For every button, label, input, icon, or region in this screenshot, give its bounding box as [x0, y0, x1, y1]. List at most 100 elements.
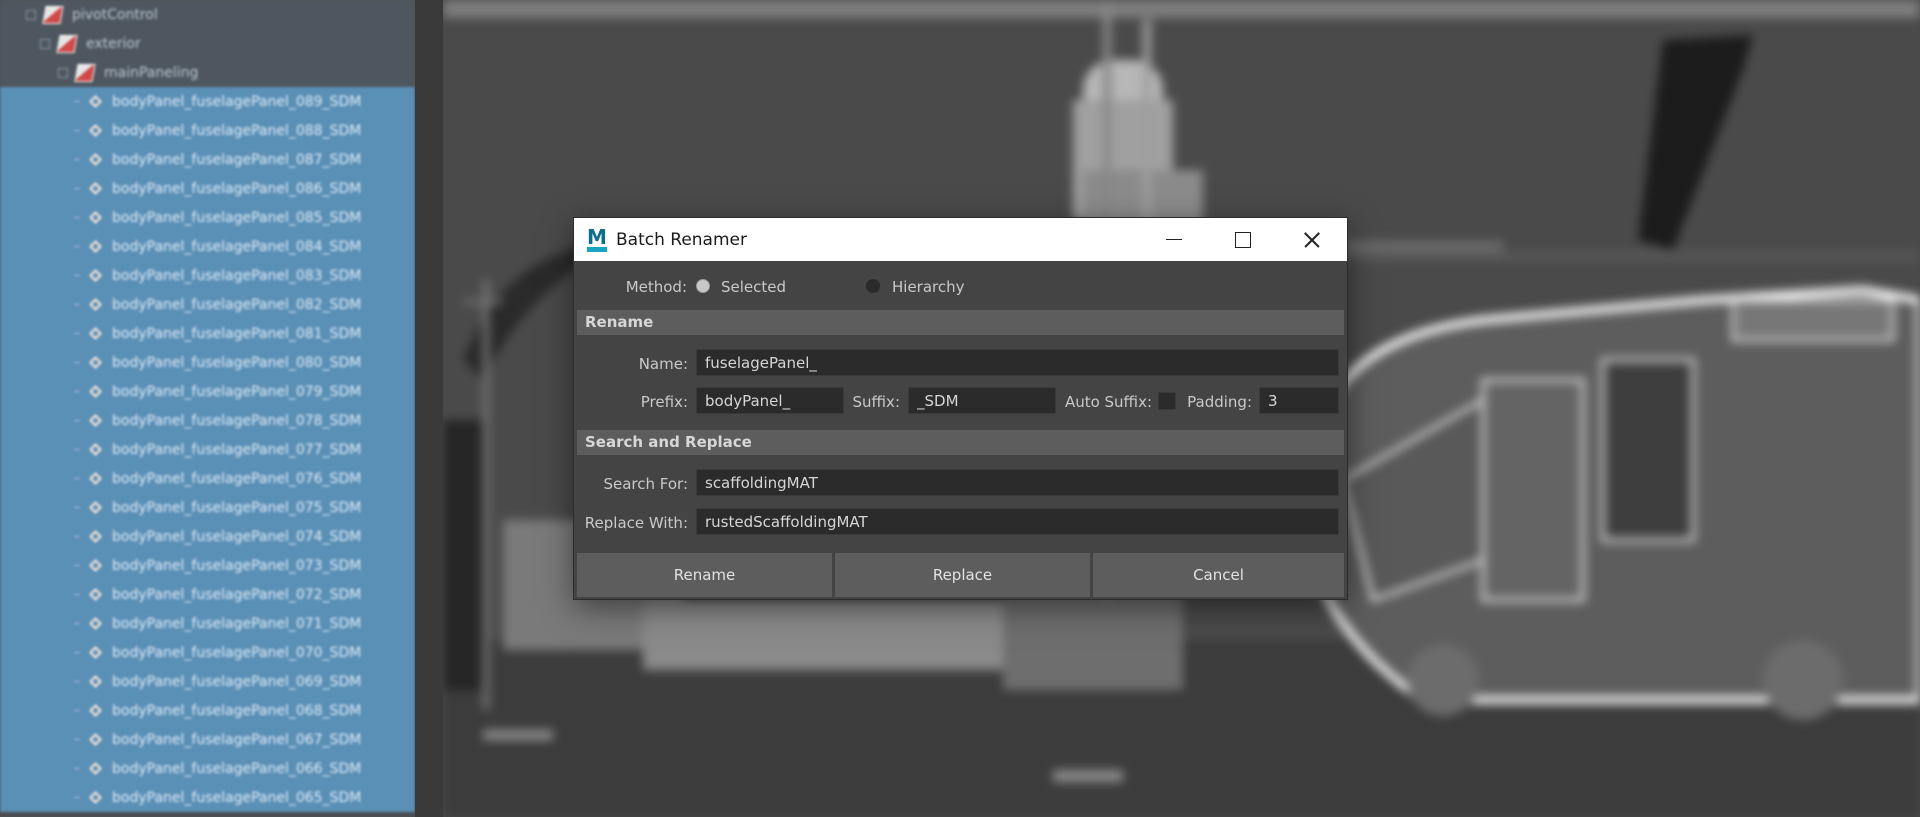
outliner-row-mesh[interactable]: bodyPanel_fuselagePanel_080_SDM [0, 348, 415, 377]
outliner-row-label: bodyPanel_fuselagePanel_082_SDM [112, 296, 362, 313]
outliner-row-mesh[interactable]: bodyPanel_fuselagePanel_070_SDM [0, 638, 415, 667]
suffix-label: Suffix: [852, 393, 900, 411]
mesh-icon [88, 587, 104, 603]
replace-with-input[interactable] [696, 508, 1339, 535]
mesh-icon [88, 152, 104, 168]
outliner-row-label: bodyPanel_fuselagePanel_087_SDM [112, 151, 362, 168]
outliner-row-mesh[interactable]: bodyPanel_fuselagePanel_071_SDM [0, 609, 415, 638]
outliner-row-label: pivotControl [72, 6, 158, 23]
outliner-row-mainpaneling[interactable]: mainPaneling [0, 58, 415, 87]
outliner-row-mesh[interactable]: bodyPanel_fuselagePanel_088_SDM [0, 116, 415, 145]
collapse-icon[interactable] [58, 67, 68, 78]
tree-connector-icon [74, 623, 80, 624]
dialog-title: Batch Renamer [616, 229, 747, 250]
cancel-button[interactable]: Cancel [1093, 553, 1344, 597]
outliner-row-mesh[interactable]: bodyPanel_fuselagePanel_081_SDM [0, 319, 415, 348]
batch-renamer-dialog: M Batch Renamer Method: Selected Hierarc… [574, 218, 1347, 599]
outliner-row-mesh[interactable]: bodyPanel_fuselagePanel_067_SDM [0, 725, 415, 754]
collapse-icon[interactable] [40, 38, 50, 49]
outliner-row-mesh[interactable]: bodyPanel_fuselagePanel_076_SDM [0, 464, 415, 493]
prefix-label: Prefix: [640, 393, 688, 411]
close-icon [1303, 231, 1321, 249]
tree-connector-icon [74, 420, 80, 421]
padding-label: Padding: [1187, 393, 1252, 411]
tree-connector-icon [74, 304, 80, 305]
tree-connector-icon [74, 275, 80, 276]
tree-connector-icon [74, 159, 80, 160]
auto-suffix-checkbox[interactable] [1158, 392, 1176, 410]
mesh-icon [88, 94, 104, 110]
outliner-row-mesh[interactable]: bodyPanel_fuselagePanel_068_SDM [0, 696, 415, 725]
minimize-icon [1166, 239, 1182, 240]
method-hierarchy-radio[interactable] [866, 279, 880, 293]
suffix-input[interactable] [908, 387, 1056, 414]
outliner-row-mesh[interactable]: bodyPanel_fuselagePanel_086_SDM [0, 174, 415, 203]
outliner-row-label: bodyPanel_fuselagePanel_068_SDM [112, 702, 362, 719]
padding-input[interactable] [1259, 387, 1339, 414]
mesh-icon [88, 703, 104, 719]
name-input[interactable] [696, 349, 1339, 376]
method-selected-label[interactable]: Selected [721, 278, 786, 296]
outliner-row-label: bodyPanel_fuselagePanel_076_SDM [112, 470, 362, 487]
outliner-row-mesh[interactable]: bodyPanel_fuselagePanel_085_SDM [0, 203, 415, 232]
outliner-row-label: bodyPanel_fuselagePanel_074_SDM [112, 528, 362, 545]
outliner-row-mesh[interactable]: bodyPanel_fuselagePanel_069_SDM [0, 667, 415, 696]
tree-connector-icon [74, 130, 80, 131]
minimize-button[interactable] [1139, 218, 1209, 261]
outliner-row-mesh[interactable]: bodyPanel_fuselagePanel_066_SDM [0, 754, 415, 783]
prefix-input[interactable] [696, 387, 844, 414]
mesh-icon [88, 297, 104, 313]
mesh-icon [88, 616, 104, 632]
dialog-titlebar[interactable]: M Batch Renamer [574, 218, 1347, 261]
mesh-icon [88, 123, 104, 139]
outliner-row-label: bodyPanel_fuselagePanel_081_SDM [112, 325, 362, 342]
search-replace-section-header: Search and Replace [577, 430, 1344, 455]
outliner-row-exterior[interactable]: exterior [0, 29, 415, 58]
search-for-label: Search For: [603, 475, 688, 493]
outliner-row-label: bodyPanel_fuselagePanel_075_SDM [112, 499, 362, 516]
tree-connector-icon [74, 449, 80, 450]
search-for-input[interactable] [696, 469, 1339, 496]
mesh-icon [88, 181, 104, 197]
outliner-row-mesh[interactable]: bodyPanel_fuselagePanel_074_SDM [0, 522, 415, 551]
tree-connector-icon [74, 333, 80, 334]
outliner-row-label: bodyPanel_fuselagePanel_078_SDM [112, 412, 362, 429]
method-selected-radio[interactable] [696, 279, 710, 293]
replace-button[interactable]: Replace [835, 553, 1090, 597]
outliner-row-mesh[interactable]: bodyPanel_fuselagePanel_089_SDM [0, 87, 415, 116]
outliner-row-label: bodyPanel_fuselagePanel_067_SDM [112, 731, 362, 748]
outliner-row-mesh[interactable]: bodyPanel_fuselagePanel_078_SDM [0, 406, 415, 435]
outliner-panel: pivotControl exterior mainPaneling bodyP… [0, 0, 415, 817]
outliner-row-mesh[interactable]: bodyPanel_fuselagePanel_077_SDM [0, 435, 415, 464]
close-button[interactable] [1277, 218, 1347, 261]
outliner-row-mesh[interactable]: bodyPanel_fuselagePanel_073_SDM [0, 551, 415, 580]
outliner-row-mesh[interactable]: bodyPanel_fuselagePanel_082_SDM [0, 290, 415, 319]
collapse-icon[interactable] [26, 9, 36, 20]
outliner-row-mesh[interactable]: bodyPanel_fuselagePanel_065_SDM [0, 783, 415, 812]
outliner-row-mesh[interactable]: bodyPanel_fuselagePanel_087_SDM [0, 145, 415, 174]
outliner-row-label: bodyPanel_fuselagePanel_080_SDM [112, 354, 362, 371]
mesh-icon [88, 413, 104, 429]
outliner-list: pivotControl exterior mainPaneling bodyP… [0, 0, 415, 812]
outliner-row-label: bodyPanel_fuselagePanel_070_SDM [112, 644, 362, 661]
outliner-row-label: bodyPanel_fuselagePanel_084_SDM [112, 238, 362, 255]
outliner-row-pivotcontrol[interactable]: pivotControl [0, 0, 415, 29]
transform-group-icon [42, 5, 64, 24]
outliner-row-mesh[interactable]: bodyPanel_fuselagePanel_083_SDM [0, 261, 415, 290]
tree-connector-icon [74, 739, 80, 740]
mesh-icon [88, 761, 104, 777]
app-icon-bar [587, 246, 607, 252]
mesh-icon [88, 645, 104, 661]
outliner-row-mesh[interactable]: bodyPanel_fuselagePanel_072_SDM [0, 580, 415, 609]
maya-app-icon: M [586, 227, 608, 252]
outliner-row-mesh[interactable]: bodyPanel_fuselagePanel_084_SDM [0, 232, 415, 261]
rename-button[interactable]: Rename [577, 553, 832, 597]
outliner-row-mesh[interactable]: bodyPanel_fuselagePanel_079_SDM [0, 377, 415, 406]
tree-connector-icon [74, 797, 80, 798]
tree-connector-icon [74, 188, 80, 189]
method-hierarchy-label[interactable]: Hierarchy [892, 278, 965, 296]
outliner-row-label: bodyPanel_fuselagePanel_071_SDM [112, 615, 362, 632]
outliner-row-label: bodyPanel_fuselagePanel_079_SDM [112, 383, 362, 400]
outliner-row-mesh[interactable]: bodyPanel_fuselagePanel_075_SDM [0, 493, 415, 522]
maximize-button[interactable] [1208, 218, 1278, 261]
